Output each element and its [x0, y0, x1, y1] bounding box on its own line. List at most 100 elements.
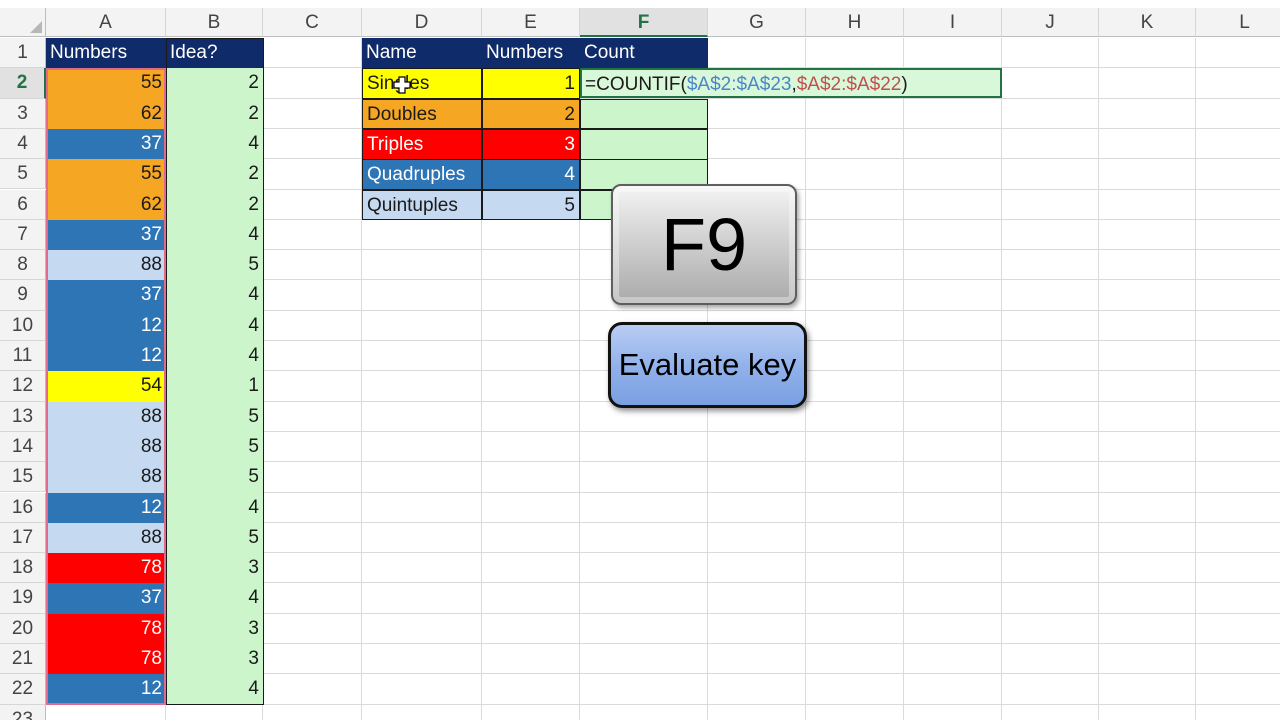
idea-cell[interactable]: 4 — [166, 280, 263, 312]
idea-cell[interactable]: 3 — [166, 553, 263, 584]
numbers-cell[interactable]: 88 — [46, 431, 166, 463]
row-header-16[interactable]: 16 — [0, 492, 46, 523]
idea-cell[interactable]: 4 — [166, 128, 263, 160]
idea-cell[interactable]: 3 — [166, 613, 263, 645]
row-header-6[interactable]: 6 — [0, 189, 46, 220]
header-cell-numbers-2[interactable]: Numbers — [482, 38, 580, 69]
idea-cell[interactable]: 2 — [166, 98, 263, 130]
row-header-20[interactable]: 20 — [0, 613, 46, 644]
row-header-17[interactable]: 17 — [0, 522, 46, 554]
idea-cell[interactable]: 4 — [166, 341, 263, 372]
numbers-cell[interactable]: 55 — [46, 159, 166, 190]
numbers-cell[interactable]: 78 — [46, 553, 166, 584]
numbers-cell[interactable]: 54 — [46, 371, 166, 403]
header-cell-count[interactable]: Count — [580, 38, 708, 69]
column-header-H[interactable]: H — [806, 8, 904, 37]
idea-cell[interactable]: 4 — [166, 583, 263, 615]
column-header-I[interactable]: I — [904, 8, 1002, 37]
column-header-K[interactable]: K — [1099, 8, 1196, 37]
row-header-10[interactable]: 10 — [0, 310, 46, 341]
row-header-1[interactable]: 1 — [0, 38, 46, 69]
column-header-D[interactable]: D — [362, 8, 482, 37]
row-header-18[interactable]: 18 — [0, 553, 46, 584]
row-header-23[interactable]: 23 — [0, 704, 46, 720]
numbers-cell[interactable]: 88 — [46, 250, 166, 281]
idea-cell[interactable]: 4 — [166, 492, 263, 524]
idea-cell[interactable]: 2 — [166, 68, 263, 100]
numbers-cell[interactable]: 37 — [46, 128, 166, 160]
select-all-corner[interactable] — [0, 8, 46, 37]
numbers-cell[interactable]: 78 — [46, 644, 166, 675]
numbers-key-cell[interactable]: 5 — [482, 189, 580, 221]
idea-cell[interactable]: 1 — [166, 371, 263, 403]
column-header-F[interactable]: F — [580, 8, 708, 37]
idea-cell[interactable]: 2 — [166, 189, 263, 221]
column-header-J[interactable]: J — [1002, 8, 1099, 37]
numbers-cell[interactable]: 62 — [46, 98, 166, 130]
idea-cell[interactable]: 4 — [166, 219, 263, 251]
numbers-key-cell[interactable]: 2 — [482, 98, 580, 130]
row-header-2[interactable]: 2 — [0, 68, 46, 99]
row-header-4[interactable]: 4 — [0, 128, 46, 160]
numbers-cell[interactable]: 12 — [46, 492, 166, 524]
row-header-8[interactable]: 8 — [0, 250, 46, 281]
name-cell[interactable]: Singles — [362, 68, 482, 100]
column-header-C[interactable]: C — [263, 8, 362, 37]
numbers-cell[interactable]: 62 — [46, 189, 166, 221]
numbers-cell[interactable]: 88 — [46, 462, 166, 493]
mouse-cursor-icon — [393, 76, 411, 94]
row-header-15[interactable]: 15 — [0, 462, 46, 493]
numbers-cell[interactable]: 12 — [46, 341, 166, 372]
formula-editor-cell-F2[interactable]: =COUNTIF($A$2:$A$23,$A$2:$A$22) — [580, 68, 1002, 98]
column-header-L[interactable]: L — [1196, 8, 1280, 37]
idea-cell[interactable]: 5 — [166, 431, 263, 463]
row-header-19[interactable]: 19 — [0, 583, 46, 614]
idea-cell[interactable]: 5 — [166, 522, 263, 554]
row-header-14[interactable]: 14 — [0, 431, 46, 463]
numbers-cell[interactable]: 37 — [46, 280, 166, 312]
column-header-G[interactable]: G — [708, 8, 806, 37]
numbers-key-cell[interactable]: 4 — [482, 159, 580, 190]
name-cell[interactable]: Triples — [362, 128, 482, 160]
row-header-9[interactable]: 9 — [0, 280, 46, 311]
count-cell[interactable] — [580, 128, 708, 160]
numbers-cell[interactable]: 88 — [46, 522, 166, 554]
column-header-B[interactable]: B — [166, 8, 263, 37]
idea-cell[interactable]: 3 — [166, 644, 263, 675]
idea-cell[interactable]: 4 — [166, 674, 263, 706]
idea-cell[interactable]: 5 — [166, 401, 263, 433]
header-cell-numbers[interactable]: Numbers — [46, 38, 166, 69]
numbers-cell[interactable]: 12 — [46, 674, 166, 706]
count-cell[interactable] — [580, 98, 708, 130]
column-header-E[interactable]: E — [482, 8, 580, 37]
row-header-22[interactable]: 22 — [0, 674, 46, 705]
name-cell[interactable]: Quintuples — [362, 189, 482, 221]
header-cell-name[interactable]: Name — [362, 38, 482, 69]
numbers-key-cell[interactable]: 3 — [482, 128, 580, 160]
numbers-cell[interactable]: 37 — [46, 219, 166, 251]
row-header-12[interactable]: 12 — [0, 371, 46, 402]
numbers-cell[interactable]: 88 — [46, 401, 166, 433]
row-header-5[interactable]: 5 — [0, 159, 46, 190]
row-header-11[interactable]: 11 — [0, 341, 46, 372]
column-header-A[interactable]: A — [46, 8, 166, 37]
row-header-21[interactable]: 21 — [0, 644, 46, 675]
row-header-13[interactable]: 13 — [0, 401, 46, 432]
numbers-key-cell[interactable]: 1 — [482, 68, 580, 100]
numbers-cell[interactable]: 78 — [46, 613, 166, 645]
formula-range-ref-1: $A$2:$A$23 — [686, 74, 792, 95]
numbers-cell[interactable]: 12 — [46, 310, 166, 342]
idea-cell[interactable]: 5 — [166, 462, 263, 493]
idea-cell[interactable]: 4 — [166, 310, 263, 342]
header-cell-idea[interactable]: Idea? — [166, 38, 263, 69]
row-header-7[interactable]: 7 — [0, 219, 46, 251]
idea-cell[interactable]: 5 — [166, 250, 263, 281]
numbers-cell[interactable]: 55 — [46, 68, 166, 100]
f9-key-label: F9 — [660, 203, 748, 286]
name-cell[interactable]: Doubles — [362, 98, 482, 130]
numbers-cell[interactable]: 37 — [46, 583, 166, 615]
row-header-3[interactable]: 3 — [0, 98, 46, 129]
name-cell[interactable]: Quadruples — [362, 159, 482, 190]
spreadsheet[interactable]: ABCDEFGHIJKL 1 2 3 4 5 6 7 8 9 10 11 12 13 14 15 16 17 18… — [0, 0, 1280, 720]
idea-cell[interactable]: 2 — [166, 159, 263, 190]
